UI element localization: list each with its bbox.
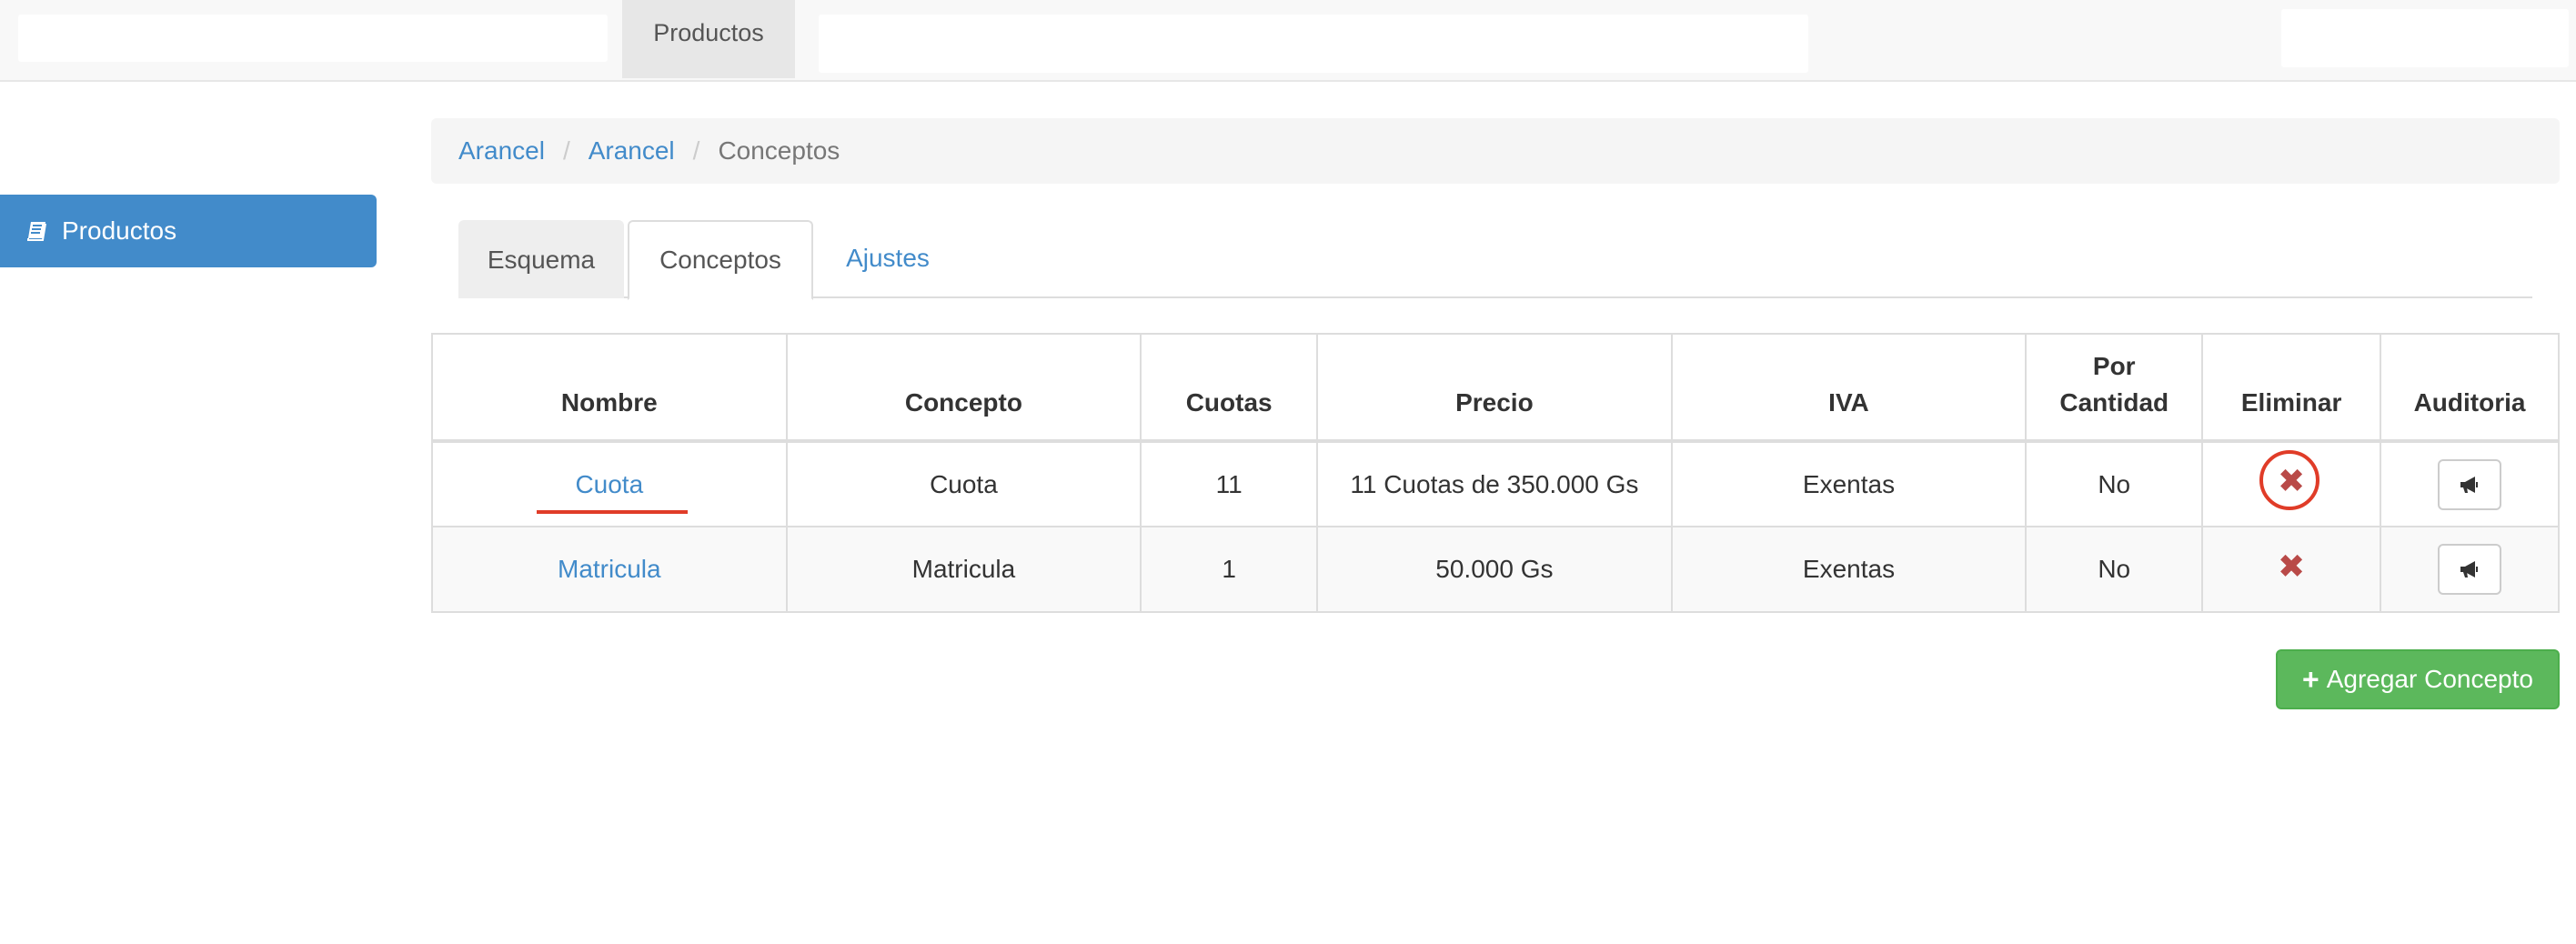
cell-eliminar: ✖	[2201, 440, 2382, 527]
annotation-circle	[2259, 450, 2320, 510]
sidebar-item-productos[interactable]: Productos	[0, 195, 377, 267]
cell-concepto: Cuota	[785, 440, 1142, 527]
add-concepto-button[interactable]: + Agregar Concepto	[2276, 649, 2560, 709]
cell-iva: Exentas	[1670, 440, 2028, 527]
nombre-link[interactable]: Cuota	[537, 469, 689, 514]
cell-cuotas: 1	[1140, 526, 1319, 613]
breadcrumb-link-arancel[interactable]: Arancel	[458, 136, 545, 166]
table-header-row: Nombre Concepto Cuotas Precio IVA Por Ca…	[431, 333, 2560, 443]
cell-por-cantidad: No	[2025, 526, 2204, 613]
delete-x-icon: ✖	[2278, 547, 2306, 585]
tab-bar: Esquema Conceptos Ajustes	[458, 220, 2532, 300]
plus-icon: +	[2302, 662, 2319, 696]
column-header-auditoria: Auditoria	[2380, 333, 2560, 443]
sidebar-item-label: Productos	[62, 216, 177, 245]
navbar-blank-left	[18, 15, 608, 62]
bullhorn-icon	[2460, 561, 2479, 577]
breadcrumb-current: Conceptos	[718, 136, 840, 165]
tab-esquema[interactable]: Esquema	[458, 220, 624, 298]
column-header-concepto: Concepto	[785, 333, 1142, 443]
column-header-por-cantidad: Por Cantidad	[2025, 333, 2204, 443]
column-header-eliminar: Eliminar	[2201, 333, 2382, 443]
audit-button[interactable]	[2438, 458, 2502, 510]
cell-eliminar: ✖	[2201, 526, 2382, 613]
cell-precio: 11 Cuotas de 350.000 Gs	[1316, 440, 1673, 527]
table-row: Matricula Matricula 1 50.000 Gs Exentas …	[431, 526, 2560, 613]
book-icon	[25, 219, 49, 243]
tab-ajustes[interactable]: Ajustes	[815, 220, 961, 298]
cell-auditoria	[2380, 526, 2560, 613]
top-navbar: Productos	[0, 0, 2576, 82]
nombre-link-label: Cuota	[575, 469, 644, 498]
column-header-precio: Precio	[1316, 333, 1673, 443]
conceptos-table: Nombre Concepto Cuotas Precio IVA Por Ca…	[431, 333, 2560, 613]
annotation-underline	[537, 509, 689, 514]
breadcrumb-separator: /	[692, 136, 700, 165]
cell-cuotas: 11	[1140, 440, 1319, 527]
nombre-link[interactable]: Matricula	[558, 555, 661, 584]
navbar-blank-right	[2281, 9, 2569, 67]
column-header-cuotas: Cuotas	[1140, 333, 1319, 443]
table-row: Cuota Cuota 11 11 Cuotas de 350.000 Gs E…	[431, 440, 2560, 527]
cell-auditoria	[2380, 440, 2560, 527]
breadcrumb-link-arancel-2[interactable]: Arancel	[589, 136, 675, 166]
delete-button[interactable]: ✖	[2273, 547, 2309, 585]
breadcrumb-separator: /	[562, 136, 570, 165]
cell-precio: 50.000 Gs	[1316, 526, 1673, 613]
cell-iva: Exentas	[1670, 526, 2028, 613]
add-concepto-label: Agregar Concepto	[2326, 665, 2533, 693]
audit-button[interactable]	[2438, 544, 2502, 595]
delete-button[interactable]: ✖	[2259, 450, 2320, 510]
bullhorn-icon	[2460, 476, 2479, 493]
cell-por-cantidad: No	[2025, 440, 2204, 527]
navbar-blank-center	[819, 15, 1808, 73]
column-header-iva: IVA	[1670, 333, 2028, 443]
cell-concepto: Matricula	[785, 526, 1142, 613]
navbar-item-productos[interactable]: Productos	[622, 0, 795, 78]
cell-nombre: Cuota	[431, 440, 788, 527]
tab-conceptos[interactable]: Conceptos	[628, 220, 813, 300]
column-header-nombre: Nombre	[431, 333, 788, 443]
cell-nombre: Matricula	[431, 526, 788, 613]
breadcrumb: Arancel / Arancel / Conceptos	[431, 118, 2560, 184]
column-header-por-cantidad-label: Por Cantidad	[2059, 352, 2169, 417]
